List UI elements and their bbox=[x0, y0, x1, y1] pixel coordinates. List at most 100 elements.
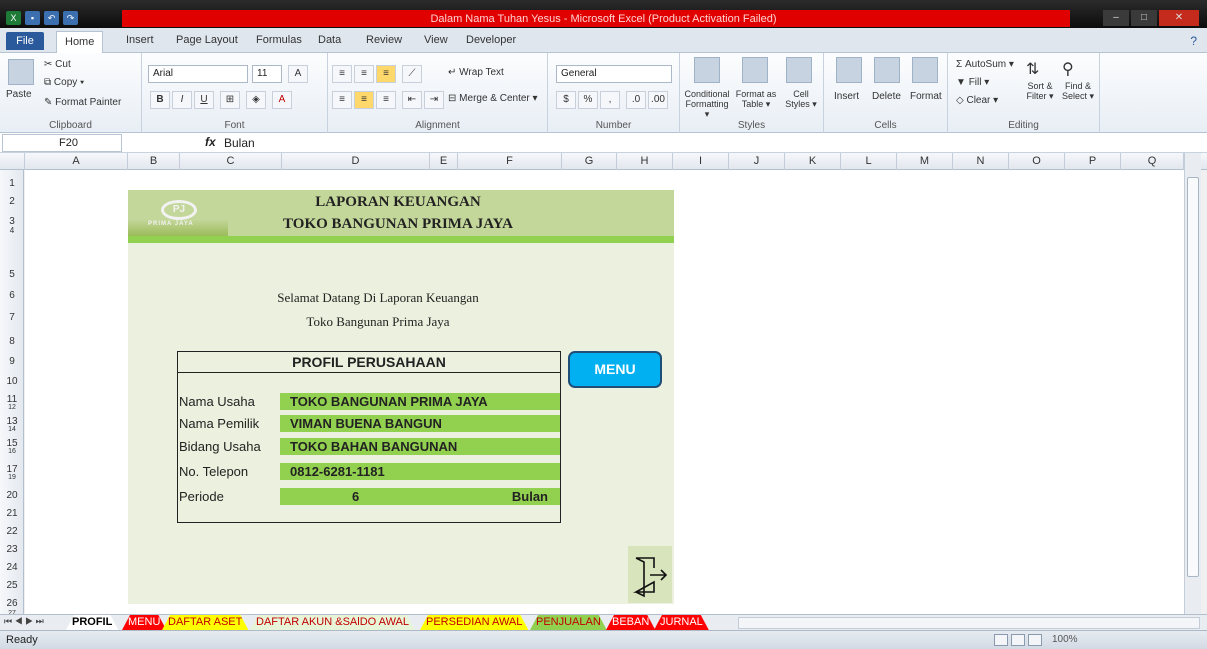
column-header-j[interactable]: J bbox=[729, 153, 785, 170]
format-painter-button[interactable]: ✎ Format Painter bbox=[44, 97, 121, 108]
tab-formulas[interactable]: Formulas bbox=[256, 34, 302, 46]
sheet-tab-menu[interactable]: MENU bbox=[122, 615, 166, 630]
function-icon[interactable]: fx bbox=[205, 135, 216, 149]
tab-file[interactable]: File bbox=[6, 32, 44, 50]
format-cells-icon[interactable] bbox=[912, 57, 938, 83]
decrease-indent-icon[interactable]: ⇤ bbox=[402, 91, 422, 109]
row-header[interactable]: 19 bbox=[0, 474, 23, 481]
minimize-icon[interactable]: – bbox=[1103, 10, 1129, 26]
row-header[interactable]: 26 bbox=[0, 598, 23, 609]
row-header[interactable]: 12 bbox=[0, 404, 23, 411]
increase-indent-icon[interactable]: ⇥ bbox=[424, 91, 444, 109]
bold-icon[interactable]: B bbox=[150, 91, 170, 109]
conditional-formatting-icon[interactable] bbox=[694, 57, 720, 83]
sheet-tab-persedian-awal[interactable]: PERSEDIAN AWAL bbox=[420, 615, 528, 630]
column-header-h[interactable]: H bbox=[617, 153, 673, 170]
column-header-g[interactable]: G bbox=[562, 153, 617, 170]
worksheet-grid[interactable]: PJ PRIMA JAYA LAPORAN KEUANGAN TOKO BANG… bbox=[25, 170, 1184, 614]
column-header-l[interactable]: L bbox=[841, 153, 897, 170]
horizontal-scrollbar[interactable] bbox=[738, 617, 1200, 629]
row-header[interactable]: 4 bbox=[0, 226, 23, 235]
column-header-f[interactable]: F bbox=[458, 153, 562, 170]
formula-input[interactable]: Bulan bbox=[222, 134, 1200, 152]
align-left-icon[interactable]: ≡ bbox=[332, 91, 352, 109]
row-header[interactable]: 23 bbox=[0, 544, 23, 555]
format-button[interactable]: Format bbox=[910, 91, 942, 102]
merge-center-button[interactable]: ⊟ Merge & Center ▾ bbox=[448, 93, 538, 104]
help-icon[interactable]: ? bbox=[1190, 34, 1197, 48]
column-header-c[interactable]: C bbox=[180, 153, 282, 170]
row-header[interactable]: 10 bbox=[0, 376, 23, 387]
sheet-tab-jurnal[interactable]: JURNAL bbox=[654, 615, 709, 630]
column-header-b[interactable]: B bbox=[128, 153, 180, 170]
cell-styles-button[interactable]: Cell Styles ▾ bbox=[780, 89, 822, 110]
sheet-tab-profil[interactable]: PROFIL bbox=[66, 615, 118, 630]
column-header-e[interactable]: E bbox=[430, 153, 458, 170]
column-header-q[interactable]: Q bbox=[1121, 153, 1184, 170]
column-header-o[interactable]: O bbox=[1009, 153, 1065, 170]
row-header[interactable]: 20 bbox=[0, 490, 23, 501]
fill-button[interactable]: ▼ Fill ▾ bbox=[956, 77, 989, 88]
find-select-button[interactable]: Find & Select ▾ bbox=[1058, 81, 1098, 102]
periode-field[interactable]: 6 Bulan bbox=[280, 488, 560, 505]
font-size-select[interactable]: 11 bbox=[252, 65, 282, 83]
insert-cells-icon[interactable] bbox=[836, 57, 862, 83]
column-header-i[interactable]: I bbox=[673, 153, 729, 170]
delete-cells-icon[interactable] bbox=[874, 57, 900, 83]
decrease-decimal-icon[interactable]: .00 bbox=[648, 91, 668, 109]
copy-button[interactable]: ⧉ Copy ▾ bbox=[44, 77, 84, 88]
clear-button[interactable]: ◇ Clear ▾ bbox=[956, 95, 998, 106]
select-all[interactable] bbox=[0, 153, 25, 170]
conditional-formatting-button[interactable]: Conditional Formatting ▾ bbox=[682, 89, 732, 120]
italic-icon[interactable]: I bbox=[172, 91, 192, 109]
page-break-view-icon[interactable] bbox=[1028, 634, 1042, 646]
field-value[interactable]: VIMAN BUENA BANGUN bbox=[280, 415, 560, 432]
format-table-button[interactable]: Format as Table ▾ bbox=[732, 89, 780, 110]
row-header[interactable]: 22 bbox=[0, 526, 23, 537]
insert-button[interactable]: Insert bbox=[834, 91, 859, 102]
row-header[interactable]: 6 bbox=[0, 290, 23, 301]
percent-icon[interactable]: % bbox=[578, 91, 598, 109]
row-header[interactable]: 24 bbox=[0, 562, 23, 573]
close-icon[interactable]: ✕ bbox=[1159, 10, 1199, 26]
paste-icon[interactable] bbox=[8, 59, 34, 85]
tab-developer[interactable]: Developer bbox=[466, 34, 516, 46]
field-value[interactable]: TOKO BAHAN BANGUNAN bbox=[280, 438, 560, 455]
row-header[interactable]: 7 bbox=[0, 312, 23, 323]
paste-button[interactable]: Paste bbox=[6, 89, 32, 100]
tab-data[interactable]: Data bbox=[318, 34, 341, 46]
vertical-scrollbar[interactable] bbox=[1184, 153, 1201, 614]
sheet-tab-penjualan[interactable]: PENJUALAN bbox=[530, 615, 607, 630]
align-right-icon[interactable]: ≡ bbox=[376, 91, 396, 109]
sort-filter-button[interactable]: Sort & Filter ▾ bbox=[1020, 81, 1060, 102]
comma-icon[interactable]: , bbox=[600, 91, 620, 109]
currency-icon[interactable]: $ bbox=[556, 91, 576, 109]
column-header-p[interactable]: P bbox=[1065, 153, 1121, 170]
sheet-tab-daftar-aset[interactable]: DAFTAR ASET bbox=[162, 615, 248, 630]
row-header[interactable]: 16 bbox=[0, 448, 23, 455]
align-bottom-icon[interactable]: ≡ bbox=[376, 65, 396, 83]
maximize-icon[interactable]: □ bbox=[1131, 10, 1157, 26]
tab-view[interactable]: View bbox=[424, 34, 448, 46]
field-value[interactable]: TOKO BANGUNAN PRIMA JAYA bbox=[280, 393, 560, 410]
sheet-nav-icon[interactable]: ⏮ ◀ ▶ ⏭ bbox=[4, 616, 44, 627]
column-header-m[interactable]: M bbox=[897, 153, 953, 170]
wrap-text-button[interactable]: ↵ Wrap Text bbox=[448, 67, 504, 78]
row-header[interactable]: 14 bbox=[0, 426, 23, 433]
row-header[interactable]: 21 bbox=[0, 508, 23, 519]
name-box[interactable]: F20 bbox=[2, 134, 122, 152]
vertical-scroll-thumb[interactable] bbox=[1187, 177, 1199, 577]
field-value[interactable]: 0812-6281-1181 bbox=[280, 463, 560, 480]
align-top-icon[interactable]: ≡ bbox=[332, 65, 352, 83]
exit-button[interactable] bbox=[628, 546, 672, 603]
tab-page-layout[interactable]: Page Layout bbox=[176, 34, 238, 46]
orientation-icon[interactable]: ⟋ bbox=[402, 65, 422, 83]
zoom-level[interactable]: 100% bbox=[1052, 634, 1078, 645]
autosum-button[interactable]: Σ AutoSum ▾ bbox=[956, 59, 1014, 70]
sheet-tab-daftar-akun[interactable]: DAFTAR AKUN &SAlDO AWAL bbox=[250, 615, 415, 630]
align-center-icon[interactable]: ≡ bbox=[354, 91, 374, 109]
column-header-n[interactable]: N bbox=[953, 153, 1009, 170]
underline-icon[interactable]: U bbox=[194, 91, 214, 109]
tab-review[interactable]: Review bbox=[366, 34, 402, 46]
sheet-tab-beban[interactable]: BEBAN bbox=[606, 615, 655, 630]
